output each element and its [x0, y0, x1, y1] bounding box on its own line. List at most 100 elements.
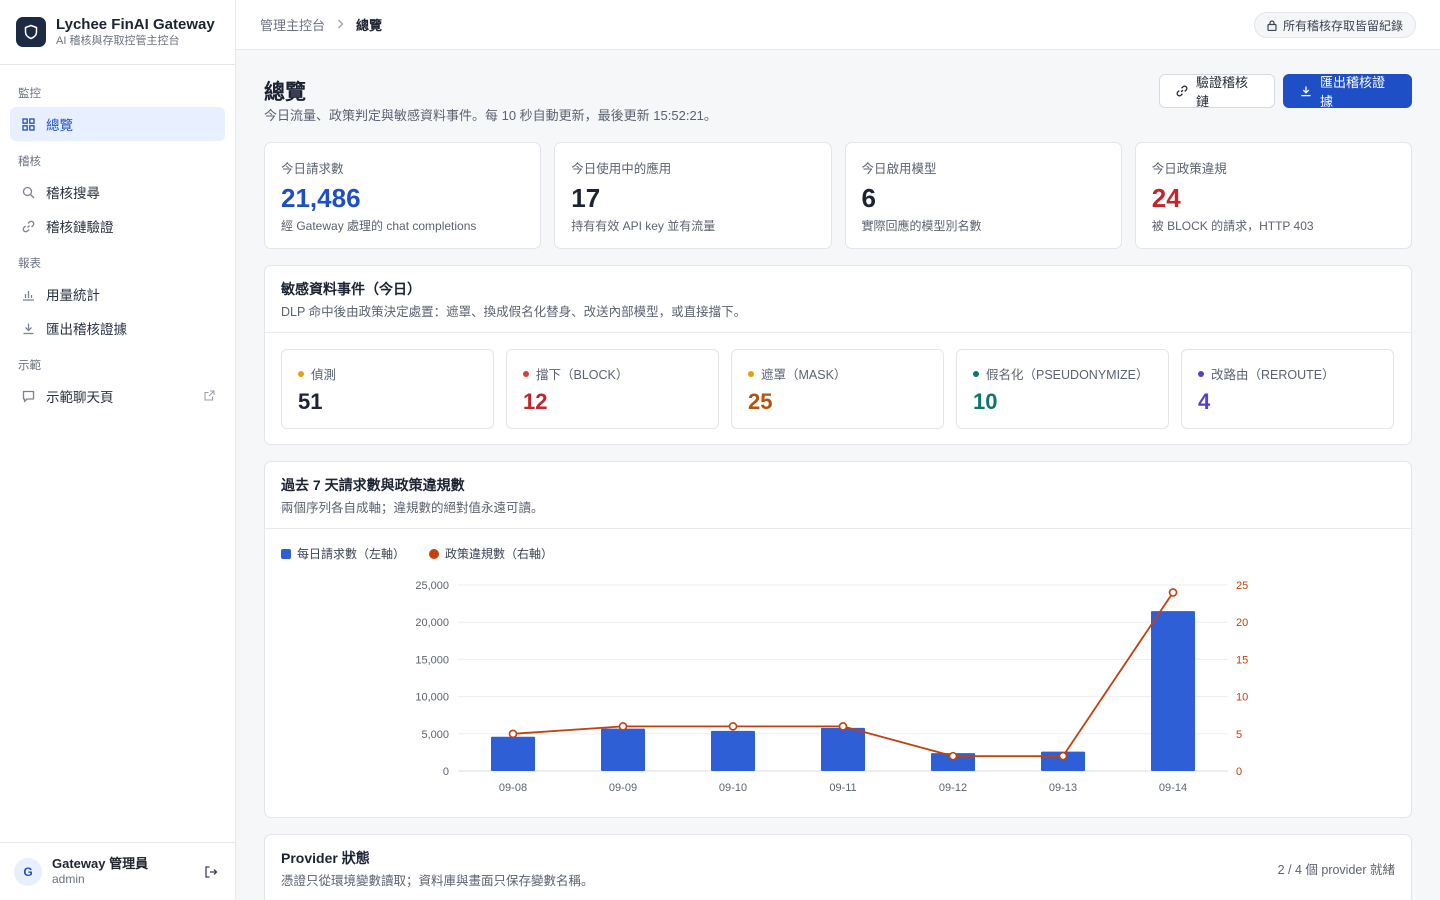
stat-description: 經 Gateway 處理的 chat completions — [281, 219, 477, 233]
brand-name: Lychee FinAI Gateway — [56, 16, 215, 33]
stat-value: 6 — [861, 183, 876, 213]
dlp-value: 10 — [973, 389, 998, 414]
search-icon — [20, 184, 36, 200]
retention-notice-badge: 所有稽核存取皆留紀錄 — [1253, 12, 1416, 38]
sidebar-item-chain-verify[interactable]: 稽核鏈驗證 — [10, 209, 225, 243]
point-violations — [1058, 751, 1068, 761]
verify-chain-label: 驗證稽核鏈 — [1196, 75, 1249, 109]
legend-item-requests[interactable]: 每日請求數（左軸） — [281, 545, 405, 562]
nav-group-monitor: 監控 — [18, 88, 41, 100]
sidebar-item-audit-search[interactable]: 稽核搜尋 — [10, 175, 225, 209]
card-subtitle: 兩個序列各自成軸；違規數的絕對值永遠可讀。 — [281, 501, 544, 515]
dlp-label: 遮罩（MASK） — [761, 368, 847, 382]
page-subtitle: 今日流量、政策判定與敏感資料事件。每 10 秒自動更新，最後更新 15:52:2… — [264, 108, 717, 123]
bar-requests — [821, 727, 865, 771]
user-profile: G Gateway 管理員 admin — [0, 842, 235, 900]
x-tick-label: 09-14 — [1159, 782, 1187, 794]
brand[interactable]: Lychee FinAI Gateway AI 稽核與存取控管主控台 — [0, 0, 235, 65]
x-tick-label: 09-12 — [939, 782, 967, 794]
stat-card-models: 今日啟用模型 6 實際回應的模型別名數 — [844, 142, 1122, 249]
point-violations — [948, 751, 958, 761]
nav-group-audit: 稽核 — [18, 156, 41, 168]
sidebar-item-overview[interactable]: 總覽 — [10, 107, 225, 141]
legend-label: 政策違規數（右軸） — [445, 547, 554, 561]
provider-status-card: Provider 狀態 憑證只從環境變數讀取；資料庫與畫面只保存變數名稱。 2 … — [264, 834, 1412, 900]
nav-group-reports: 報表 — [18, 258, 41, 270]
logout-icon[interactable] — [201, 862, 221, 882]
status-dot — [298, 370, 304, 377]
sidebar: Lychee FinAI Gateway AI 稽核與存取控管主控台 監控 總覽… — [0, 0, 236, 900]
status-dot — [1198, 370, 1204, 377]
stat-value: 21,486 — [281, 183, 361, 213]
dlp-events-card: 敏感資料事件（今日） DLP 命中後由政策決定處置：遮罩、換成假名化替身、改送內… — [264, 265, 1412, 445]
dlp-value: 4 — [1198, 389, 1211, 414]
sidebar-item-label: 稽核搜尋 — [46, 186, 100, 201]
y-right-tick-label: 20 — [1236, 617, 1248, 629]
export-evidence-button[interactable]: 匯出稽核證據 — [1283, 74, 1412, 109]
point-violations — [618, 722, 628, 731]
dlp-tile-mask: 遮罩（MASK） 25 — [731, 349, 944, 429]
sidebar-item-label: 稽核鏈驗證 — [46, 220, 114, 235]
y-right-tick-label: 0 — [1236, 766, 1242, 778]
sidebar-item-demo-chat[interactable]: 示範聊天頁 — [10, 379, 225, 413]
stat-label: 今日啟用模型 — [861, 162, 937, 176]
dlp-label: 假名化（PSEUDONYMIZE） — [986, 368, 1149, 382]
y-left-tick-label: 20,000 — [415, 617, 449, 629]
export-evidence-label: 匯出稽核證據 — [1320, 75, 1386, 109]
sidebar-item-label: 示範聊天頁 — [46, 390, 114, 405]
stat-card-requests: 今日請求數 21,486 經 Gateway 處理的 chat completi… — [264, 142, 542, 249]
bar-requests — [1151, 611, 1195, 771]
x-tick-label: 09-09 — [609, 782, 637, 794]
y-right-tick-label: 5 — [1236, 729, 1242, 741]
lock-icon — [1267, 19, 1277, 31]
grid-icon — [20, 116, 36, 132]
y-left-tick-label: 15,000 — [415, 654, 449, 666]
y-right-tick-label: 25 — [1236, 580, 1248, 592]
retention-notice-text: 所有稽核存取皆留紀錄 — [1282, 18, 1403, 33]
sidebar-item-usage[interactable]: 用量統計 — [10, 277, 225, 311]
main-content: 總覽 今日流量、政策判定與敏感資料事件。每 10 秒自動更新，最後更新 15:5… — [264, 50, 1412, 900]
chart-body: 0 5,000 10,000 15,000 20,000 25,000 0 5 10 15 20 25… — [265, 529, 1411, 817]
x-tick-label: 09-08 — [499, 782, 527, 794]
legend-label: 每日請求數（左軸） — [297, 547, 406, 561]
chat-icon — [20, 388, 36, 404]
dlp-label: 改路由（REROUTE） — [1211, 368, 1335, 382]
legend-swatch-bar — [281, 548, 291, 559]
dlp-label: 擋下（BLOCK） — [536, 368, 629, 382]
stat-card-active-apps: 今日使用中的應用 17 持有有效 API key 並有流量 — [554, 142, 832, 249]
point-violations — [728, 722, 738, 731]
x-tick-label: 09-13 — [1049, 782, 1077, 794]
sidebar-item-label: 用量統計 — [46, 288, 100, 303]
provider-ready-count: 2 / 4 個 provider 就緒 — [1277, 863, 1395, 877]
dlp-label: 偵測 — [311, 368, 337, 382]
x-tick-label: 09-10 — [719, 782, 747, 794]
breadcrumb-root[interactable]: 管理主控台 — [260, 15, 325, 34]
dlp-value: 51 — [298, 389, 323, 414]
y-right-tick-label: 15 — [1236, 654, 1248, 666]
breadcrumb-current: 總覽 — [356, 18, 383, 33]
point-violations — [838, 722, 848, 731]
stat-label: 今日請求數 — [281, 162, 344, 176]
dlp-tile-pseudonymize: 假名化（PSEUDONYMIZE） 10 — [956, 349, 1169, 429]
sidebar-nav: 監控 總覽 稽核 稽核搜尋 稽核鏈驗證 報表 用量統計 匯出稽核證據 示範 示範… — [0, 65, 235, 413]
stat-card-violations: 今日政策違規 24 被 BLOCK 的請求，HTTP 403 — [1134, 142, 1412, 249]
verify-chain-button[interactable]: 驗證稽核鏈 — [1159, 74, 1275, 109]
link-icon — [20, 218, 36, 234]
stats-row: 今日請求數 21,486 經 Gateway 處理的 chat completi… — [264, 142, 1412, 249]
card-title: 過去 7 天請求數與政策違規數 — [281, 477, 465, 493]
chevron-right-icon — [337, 18, 344, 32]
dlp-value: 25 — [748, 389, 773, 414]
bar-requests — [711, 730, 755, 771]
status-dot — [973, 370, 979, 377]
download-icon — [20, 320, 36, 336]
sidebar-item-export[interactable]: 匯出稽核證據 — [10, 311, 225, 345]
dlp-tile-detected: 偵測 51 — [281, 349, 494, 429]
status-dot — [523, 370, 529, 377]
legend-item-violations[interactable]: 政策違規數（右軸） — [429, 545, 553, 562]
y-left-tick-label: 5,000 — [421, 729, 449, 741]
trend-chart: 0 5,000 10,000 15,000 20,000 25,000 0 5 10 15 20 25… — [415, 580, 1248, 794]
point-violations — [508, 729, 518, 739]
link-icon — [1176, 85, 1188, 97]
page-title: 總覽 — [264, 81, 306, 104]
nav-group-demo: 示範 — [18, 360, 41, 372]
